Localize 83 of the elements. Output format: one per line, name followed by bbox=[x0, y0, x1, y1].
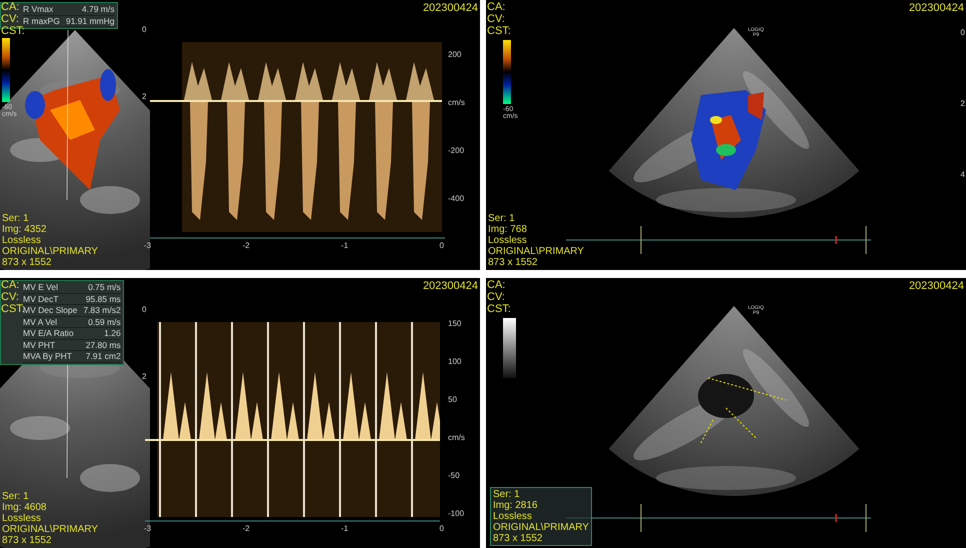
measurement-label: MV DecT bbox=[23, 294, 58, 304]
measurement-value: 1.26 bbox=[104, 328, 121, 338]
image-info: Ser: 1 bbox=[488, 213, 516, 224]
velocity-label: cm/s bbox=[448, 433, 465, 442]
measurement-value: 7.83 m/s2 bbox=[83, 305, 121, 316]
overlay-label: CV: bbox=[487, 291, 506, 303]
time-label: -2 bbox=[242, 524, 250, 533]
velocity-label: cm/s bbox=[448, 98, 465, 107]
image-info: ORIGINAL\PRIMARY bbox=[2, 524, 98, 535]
time-label: -3 bbox=[144, 524, 152, 533]
image-info: Img: 4608 bbox=[2, 502, 48, 513]
velocity-label: 100 bbox=[448, 357, 462, 366]
time-label: 0 bbox=[440, 241, 444, 250]
image-info: Ser: 1 bbox=[493, 489, 521, 500]
time-label: -1 bbox=[341, 524, 348, 533]
image-viewport[interactable] bbox=[0, 278, 480, 548]
velocity-label: -50 bbox=[448, 471, 461, 480]
velocity-label: 150 bbox=[448, 319, 462, 328]
measurement-value: 0.59 m/s bbox=[88, 316, 121, 327]
measurement-value: 7.91 cm2 bbox=[86, 351, 121, 362]
time-label: -2 bbox=[242, 241, 250, 250]
study-date: 202300424 bbox=[422, 281, 478, 292]
color-scale-bar bbox=[503, 318, 516, 378]
depth-label: 0 bbox=[960, 28, 965, 37]
depth-label: 4 bbox=[960, 170, 965, 179]
overlay-label: CST: bbox=[1, 303, 25, 315]
measurement-label: MVA By PHT bbox=[23, 351, 72, 362]
measurement-label: MV Dec Slope bbox=[23, 305, 78, 316]
depth-label: 2 bbox=[142, 92, 146, 101]
velocity-label: -200 bbox=[448, 146, 465, 155]
time-label: -1 bbox=[341, 241, 348, 250]
measurement-value: 27.80 ms bbox=[86, 340, 121, 350]
overlay-label: CV: bbox=[1, 13, 20, 25]
measurement-value: 95.85 ms bbox=[86, 294, 121, 304]
study-date: 202300424 bbox=[908, 3, 964, 14]
study-date: 202300424 bbox=[908, 281, 964, 292]
color-scale-bar bbox=[2, 38, 10, 102]
image-info: Ser: 1 bbox=[2, 491, 30, 502]
measurement-value: 0.75 m/s bbox=[88, 282, 121, 292]
depth-label: 0 bbox=[142, 305, 146, 314]
image-info: 873 x 1552 bbox=[2, 257, 52, 268]
depth-label: 2 bbox=[142, 372, 146, 381]
overlay-label: CST: bbox=[487, 25, 511, 37]
image-info: Lossless bbox=[2, 235, 42, 246]
time-label: -3 bbox=[144, 241, 152, 250]
image-info: Lossless bbox=[493, 511, 533, 522]
velocity-label: 50 bbox=[448, 395, 458, 404]
velocity-label: -400 bbox=[448, 194, 465, 203]
image-info: 873 x 1552 bbox=[493, 533, 544, 544]
time-label: 0 bbox=[440, 524, 444, 533]
measurement-label: R Vmax bbox=[23, 4, 54, 14]
image-info: ORIGINAL\PRIMARY bbox=[493, 522, 589, 533]
measurement-label: MV A Vel bbox=[23, 316, 58, 327]
measurement-label: MV PHT bbox=[23, 340, 56, 350]
image-info: 873 x 1552 bbox=[2, 535, 52, 546]
overlay-label: CA: bbox=[487, 1, 506, 13]
overlay-label: CA: bbox=[487, 279, 506, 291]
image-info: Img: 768 bbox=[488, 224, 528, 235]
overlay-label: CA: bbox=[1, 1, 20, 13]
measurement-label: MV E/A Ratio bbox=[23, 328, 74, 338]
study-date: 202300424 bbox=[422, 3, 478, 14]
image-info: Lossless bbox=[488, 235, 528, 246]
image-info: Lossless bbox=[2, 513, 42, 524]
measurement-value: 91.91 mmHg bbox=[66, 16, 115, 26]
measurement-label: MV E Vel bbox=[23, 282, 58, 292]
image-info: Ser: 1 bbox=[2, 213, 30, 224]
overlay-label: CV: bbox=[487, 13, 506, 25]
velocity-label: -100 bbox=[448, 509, 465, 518]
image-info: Img: 2816 bbox=[493, 500, 538, 511]
overlay-label: CST: bbox=[1, 25, 25, 37]
image-info: ORIGINAL\PRIMARY bbox=[488, 246, 584, 257]
overlay-label: CA: bbox=[1, 279, 20, 291]
image-info: Img: 4352 bbox=[2, 224, 48, 235]
velocity-label: 200 bbox=[448, 50, 462, 59]
image-info: ORIGINAL\PRIMARY bbox=[2, 246, 98, 257]
depth-label: 0 bbox=[142, 25, 146, 34]
measurement-label: R maxPG bbox=[23, 16, 60, 26]
overlay-label: CST: bbox=[487, 303, 511, 315]
color-scale-bar bbox=[503, 40, 511, 104]
image-info: 873 x 1552 bbox=[488, 257, 538, 268]
measurement-value: 4.79 m/s bbox=[82, 4, 115, 14]
overlay-label: CV: bbox=[1, 291, 20, 303]
depth-label: 2 bbox=[960, 99, 965, 108]
